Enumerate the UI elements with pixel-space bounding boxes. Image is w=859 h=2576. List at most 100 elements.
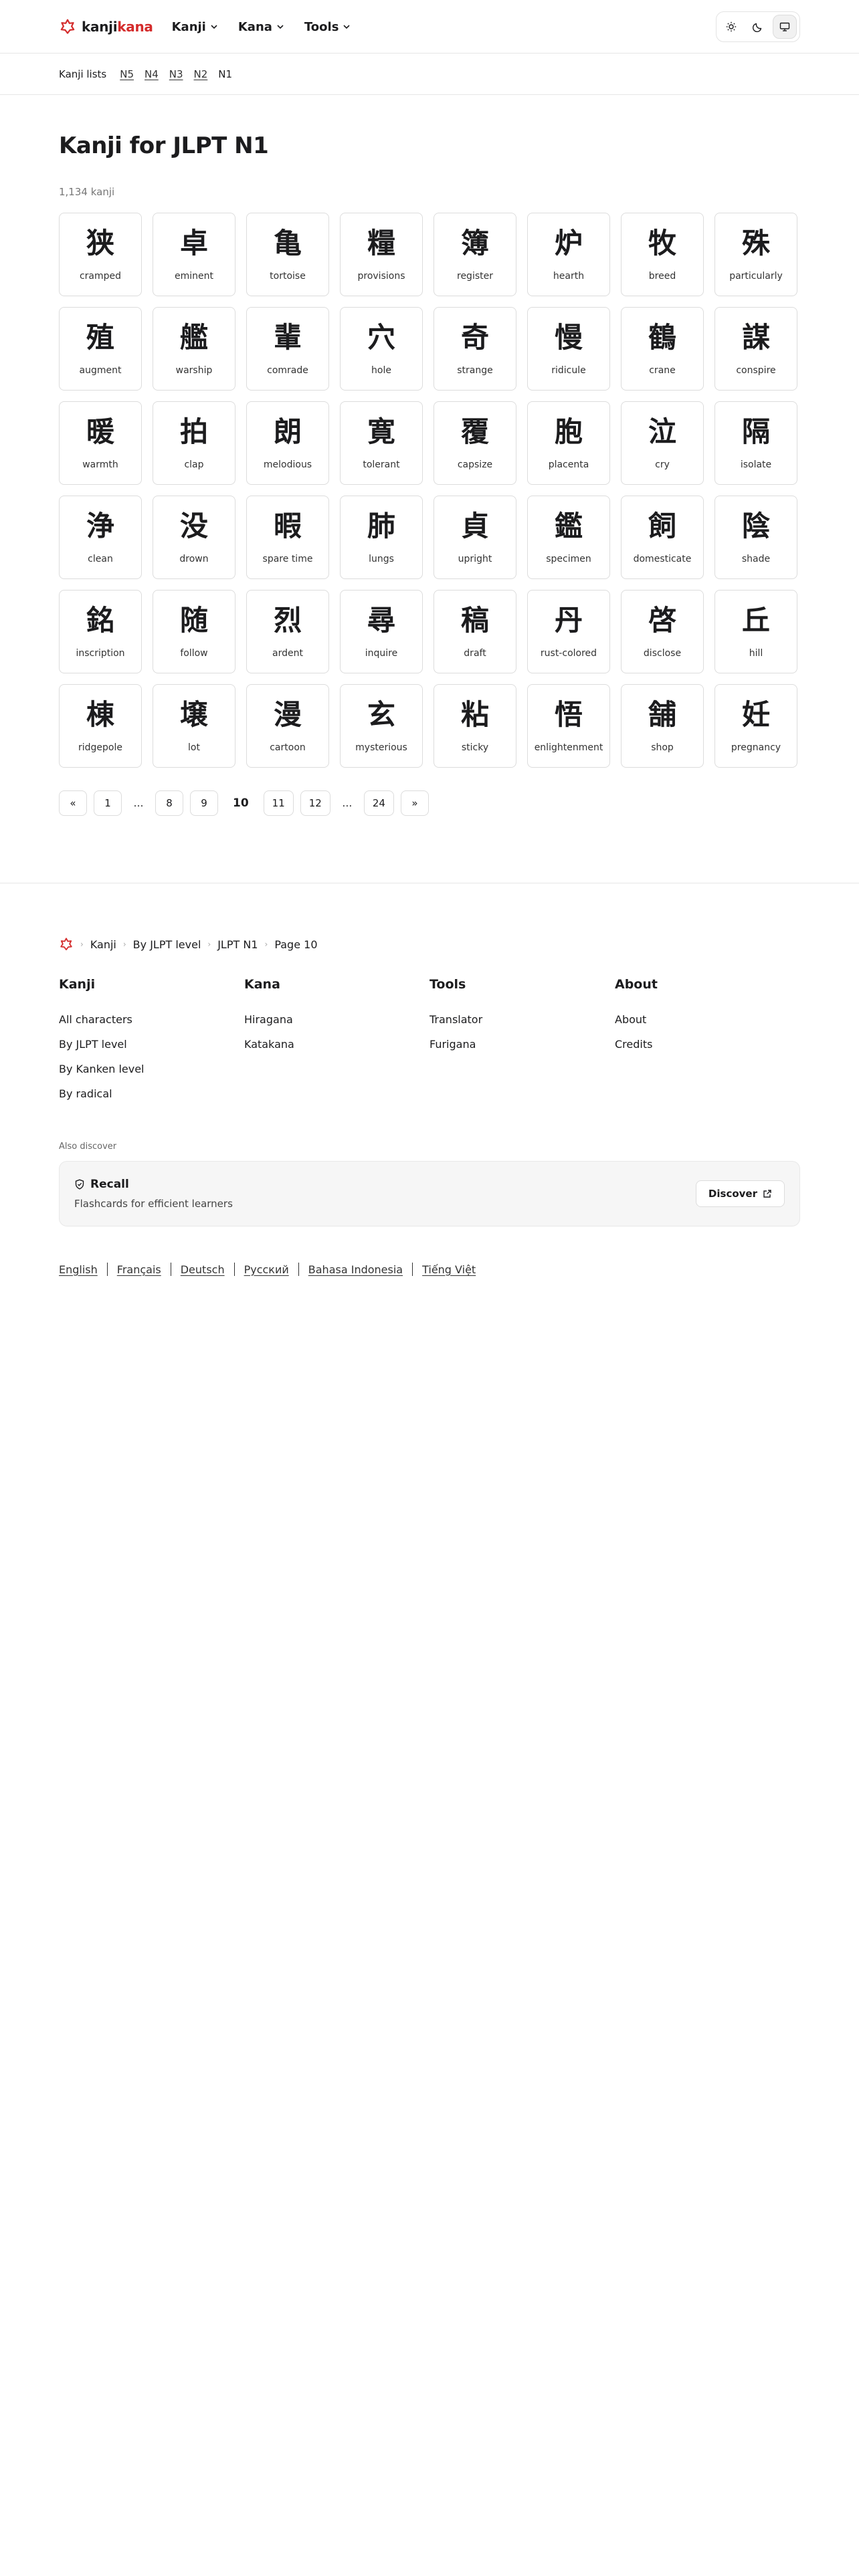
kanji-card[interactable]: 随 follow xyxy=(153,590,235,673)
kanji-card[interactable]: 牧 breed xyxy=(621,213,704,296)
language-link[interactable]: English xyxy=(59,1263,98,1276)
flower-logo-icon[interactable] xyxy=(59,937,74,952)
kanji-card[interactable]: 鑑 specimen xyxy=(527,496,610,579)
kanji-card[interactable]: 舗 shop xyxy=(621,684,704,768)
kanji-card[interactable]: 暖 warmth xyxy=(59,401,142,485)
footer-link-by-jlpt-level[interactable]: By JLPT level xyxy=(59,1038,244,1051)
page-button[interactable]: 8 xyxy=(155,790,183,816)
kanji-card[interactable]: 妊 pregnancy xyxy=(714,684,797,768)
language-separator xyxy=(412,1263,413,1276)
kanji-card[interactable]: 銘 inscription xyxy=(59,590,142,673)
kanji-card[interactable]: 輩 comrade xyxy=(246,307,329,391)
discover-button[interactable]: Discover xyxy=(695,1180,785,1207)
kanji-card[interactable]: 悟 enlightenment xyxy=(527,684,610,768)
kanji-card[interactable]: 漫 cartoon xyxy=(246,684,329,768)
theme-system-button[interactable] xyxy=(773,15,797,39)
kanji-card[interactable]: 丘 hill xyxy=(714,590,797,673)
page-button[interactable]: 24 xyxy=(363,790,394,816)
kanji-card[interactable]: 狭 cramped xyxy=(59,213,142,296)
footer-link-katakana[interactable]: Katakana xyxy=(244,1038,430,1051)
kanji-card[interactable]: 没 drown xyxy=(153,496,235,579)
first-page-button[interactable]: « xyxy=(59,790,87,816)
footer-link-translator[interactable]: Translator xyxy=(430,1013,615,1026)
brand-logo[interactable]: kanjikana xyxy=(59,18,153,35)
promo-title-text: Recall xyxy=(90,1178,129,1191)
kanji-character: 烈 xyxy=(273,604,302,637)
kanji-card[interactable]: 棟 ridgepole xyxy=(59,684,142,768)
theme-dark-button[interactable] xyxy=(746,15,770,39)
kanji-card[interactable]: 陰 shade xyxy=(714,496,797,579)
level-link-n2[interactable]: N2 xyxy=(194,68,208,80)
kanji-card[interactable]: 覆 capsize xyxy=(434,401,516,485)
page-button[interactable]: 1 xyxy=(94,790,122,816)
language-link[interactable]: Deutsch xyxy=(181,1263,225,1276)
kanji-card[interactable]: 謀 conspire xyxy=(714,307,797,391)
kanji-card[interactable]: 泣 cry xyxy=(621,401,704,485)
kanji-card[interactable]: 卓 eminent xyxy=(153,213,235,296)
breadcrumb-separator: › xyxy=(122,940,126,949)
language-link[interactable]: Bahasa Indonesia xyxy=(308,1263,403,1276)
kanji-card[interactable]: 烈 ardent xyxy=(246,590,329,673)
kanji-card[interactable]: 隔 isolate xyxy=(714,401,797,485)
kanji-card[interactable]: 慢 ridicule xyxy=(527,307,610,391)
kanji-character: 陰 xyxy=(741,510,770,542)
footer-column-kana: Kana Hiragana Katakana xyxy=(244,977,430,1112)
language-link[interactable]: Français xyxy=(117,1263,161,1276)
last-page-button[interactable]: » xyxy=(400,790,429,816)
kanji-card[interactable]: 壌 lot xyxy=(153,684,235,768)
kanji-card[interactable]: 殊 particularly xyxy=(714,213,797,296)
kanji-card[interactable]: 寛 tolerant xyxy=(340,401,423,485)
kanji-card[interactable]: 貞 upright xyxy=(434,496,516,579)
kanji-card[interactable]: 胞 placenta xyxy=(527,401,610,485)
level-link-n5[interactable]: N5 xyxy=(120,68,134,80)
kanji-meaning: sticky xyxy=(461,742,489,753)
kanji-card[interactable]: 尋 inquire xyxy=(340,590,423,673)
theme-light-button[interactable] xyxy=(719,15,743,39)
kanji-card[interactable]: 糧 provisions xyxy=(340,213,423,296)
nav-kana-menu[interactable]: Kana xyxy=(238,20,284,34)
language-link[interactable]: Русский xyxy=(244,1263,289,1276)
kanji-card[interactable]: 殖 augment xyxy=(59,307,142,391)
nav-tools-menu[interactable]: Tools xyxy=(304,20,351,34)
kanji-card[interactable]: 朗 melodious xyxy=(246,401,329,485)
level-link-n4[interactable]: N4 xyxy=(145,68,159,80)
footer-link-hiragana[interactable]: Hiragana xyxy=(244,1013,430,1026)
nav-tools-label: Tools xyxy=(304,19,339,34)
kanji-card[interactable]: 鶴 crane xyxy=(621,307,704,391)
kanji-card[interactable]: 暇 spare time xyxy=(246,496,329,579)
kanji-card[interactable]: 簿 register xyxy=(434,213,516,296)
breadcrumb-separator: › xyxy=(264,940,268,949)
footer-link-all-characters[interactable]: All characters xyxy=(59,1013,244,1026)
kanji-card[interactable]: 亀 tortoise xyxy=(246,213,329,296)
breadcrumb-kanji[interactable]: Kanji xyxy=(90,938,116,951)
kanji-card[interactable]: 穴 hole xyxy=(340,307,423,391)
kanji-character: 隔 xyxy=(741,415,770,448)
kanji-card[interactable]: 艦 warship xyxy=(153,307,235,391)
footer-link-about[interactable]: About xyxy=(615,1013,800,1026)
footer-link-by-radical[interactable]: By radical xyxy=(59,1087,244,1100)
kanji-card[interactable]: 啓 disclose xyxy=(621,590,704,673)
kanji-card[interactable]: 玄 mysterious xyxy=(340,684,423,768)
kanji-card[interactable]: 飼 domesticate xyxy=(621,496,704,579)
nav-kanji-menu[interactable]: Kanji xyxy=(172,20,218,34)
kanji-card[interactable]: 粘 sticky xyxy=(434,684,516,768)
kanji-card[interactable]: 肺 lungs xyxy=(340,496,423,579)
kanji-card[interactable]: 丹 rust-colored xyxy=(527,590,610,673)
kanji-card[interactable]: 稿 draft xyxy=(434,590,516,673)
page-button[interactable]: 11 xyxy=(263,790,294,816)
level-link-n3[interactable]: N3 xyxy=(169,68,183,80)
nav-kana-label: Kana xyxy=(237,19,272,34)
kanji-meaning: clean xyxy=(88,554,113,564)
page-button[interactable]: 12 xyxy=(300,790,330,816)
page-button[interactable]: 9 xyxy=(190,790,218,816)
language-link[interactable]: Tiếng Việt xyxy=(422,1263,476,1276)
breadcrumb-jlpt-n1[interactable]: JLPT N1 xyxy=(217,938,258,951)
kanji-card[interactable]: 奇 strange xyxy=(434,307,516,391)
breadcrumb-by-jlpt-level[interactable]: By JLPT level xyxy=(133,938,201,951)
kanji-card[interactable]: 炉 hearth xyxy=(527,213,610,296)
footer-link-furigana[interactable]: Furigana xyxy=(430,1038,615,1051)
kanji-card[interactable]: 拍 clap xyxy=(153,401,235,485)
kanji-card[interactable]: 浄 clean xyxy=(59,496,142,579)
footer-link-credits[interactable]: Credits xyxy=(615,1038,800,1051)
footer-link-by-kanken-level[interactable]: By Kanken level xyxy=(59,1063,244,1075)
